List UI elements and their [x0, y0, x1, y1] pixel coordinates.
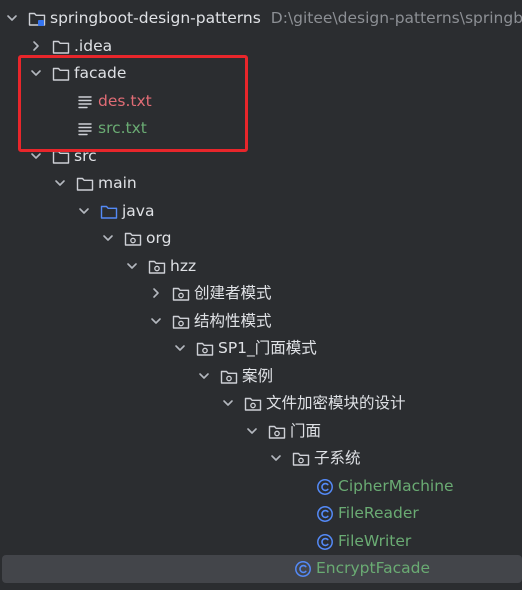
tree-row[interactable]: 结构性模式	[0, 308, 522, 336]
chevron-down-icon[interactable]	[6, 12, 18, 24]
package-icon	[124, 230, 142, 248]
tree-item-label: 案例	[242, 366, 274, 385]
tree-item-label: org	[146, 229, 172, 247]
tree-item-label: 子系统	[314, 449, 361, 467]
tree-row[interactable]: EncryptFacade	[2, 555, 522, 583]
package-icon	[268, 423, 286, 441]
tree-item-label: hzz	[170, 256, 197, 275]
tree-row[interactable]: SP1_门面模式	[0, 335, 522, 363]
chevron-down-icon[interactable]	[174, 342, 186, 354]
tree-row[interactable]: FileWriter	[0, 528, 522, 556]
class-icon	[316, 533, 334, 551]
tree-item-label: .idea	[74, 36, 113, 55]
tree-row[interactable]: springboot-design-patterns D:\gitee\desig…	[0, 5, 522, 33]
tree-item-label: main	[98, 174, 137, 192]
package-icon	[172, 313, 190, 331]
class-icon	[316, 478, 334, 496]
tree-item-label: 创建者模式	[194, 284, 272, 302]
chevron-down-icon[interactable]	[198, 370, 210, 382]
tree-row[interactable]: java	[0, 198, 522, 226]
highlight-box	[18, 55, 248, 152]
tree-row[interactable]: CipherMachine	[0, 473, 522, 501]
chevron-down-icon[interactable]	[246, 425, 258, 437]
tree-item-label: EncryptFacade	[316, 559, 430, 577]
tree-item-label: java	[122, 201, 155, 220]
chevron-right-icon[interactable]	[150, 287, 162, 299]
tree-row[interactable]: org	[0, 225, 522, 253]
chevron-down-icon[interactable]	[150, 315, 162, 327]
class-icon	[294, 560, 312, 578]
tree-item-label: 文件加密模块的设计	[266, 394, 406, 412]
tree-row[interactable]: FileReader	[0, 500, 522, 528]
package-icon	[172, 285, 190, 303]
chevron-right-icon[interactable]	[30, 40, 42, 52]
tree-item-label: CipherMachine	[338, 476, 454, 495]
tree-item-label: 门面	[290, 421, 322, 440]
package-icon	[196, 340, 214, 358]
tree-item-label: springboot-design-patterns D:\gitee\desig…	[50, 8, 522, 28]
chevron-down-icon[interactable]	[222, 397, 234, 409]
chevron-down-icon[interactable]	[126, 260, 138, 272]
tree-item-label: FileReader	[338, 504, 419, 522]
chevron-down-icon[interactable]	[270, 452, 282, 464]
folder-icon	[52, 38, 70, 56]
project-path: D:\gitee\design-patterns\springbo	[270, 9, 522, 27]
package-icon	[148, 258, 166, 276]
tree-item-label: 结构性模式	[194, 311, 272, 330]
package-icon	[244, 395, 262, 413]
package-icon	[220, 368, 238, 386]
tree-row[interactable]: 文件加密模块的设计	[0, 390, 522, 418]
tree-row[interactable]: 子系统	[0, 445, 522, 473]
source-folder-icon	[100, 203, 118, 221]
folder-icon	[76, 175, 94, 193]
chevron-down-icon[interactable]	[78, 205, 90, 217]
chevron-down-icon[interactable]	[102, 232, 114, 244]
tree-row[interactable]: 门面	[0, 418, 522, 446]
tree-row[interactable]: hzz	[0, 253, 522, 281]
chevron-down-icon[interactable]	[54, 177, 66, 189]
tree-row[interactable]: 创建者模式	[0, 280, 522, 308]
tree-item-label: FileWriter	[338, 531, 412, 550]
package-icon	[292, 450, 310, 468]
tree-row[interactable]: main	[0, 170, 522, 198]
module-folder-icon	[28, 10, 46, 28]
class-icon	[316, 505, 334, 523]
tree-item-label: SP1_门面模式	[218, 339, 317, 357]
tree-row[interactable]: 案例	[0, 363, 522, 391]
